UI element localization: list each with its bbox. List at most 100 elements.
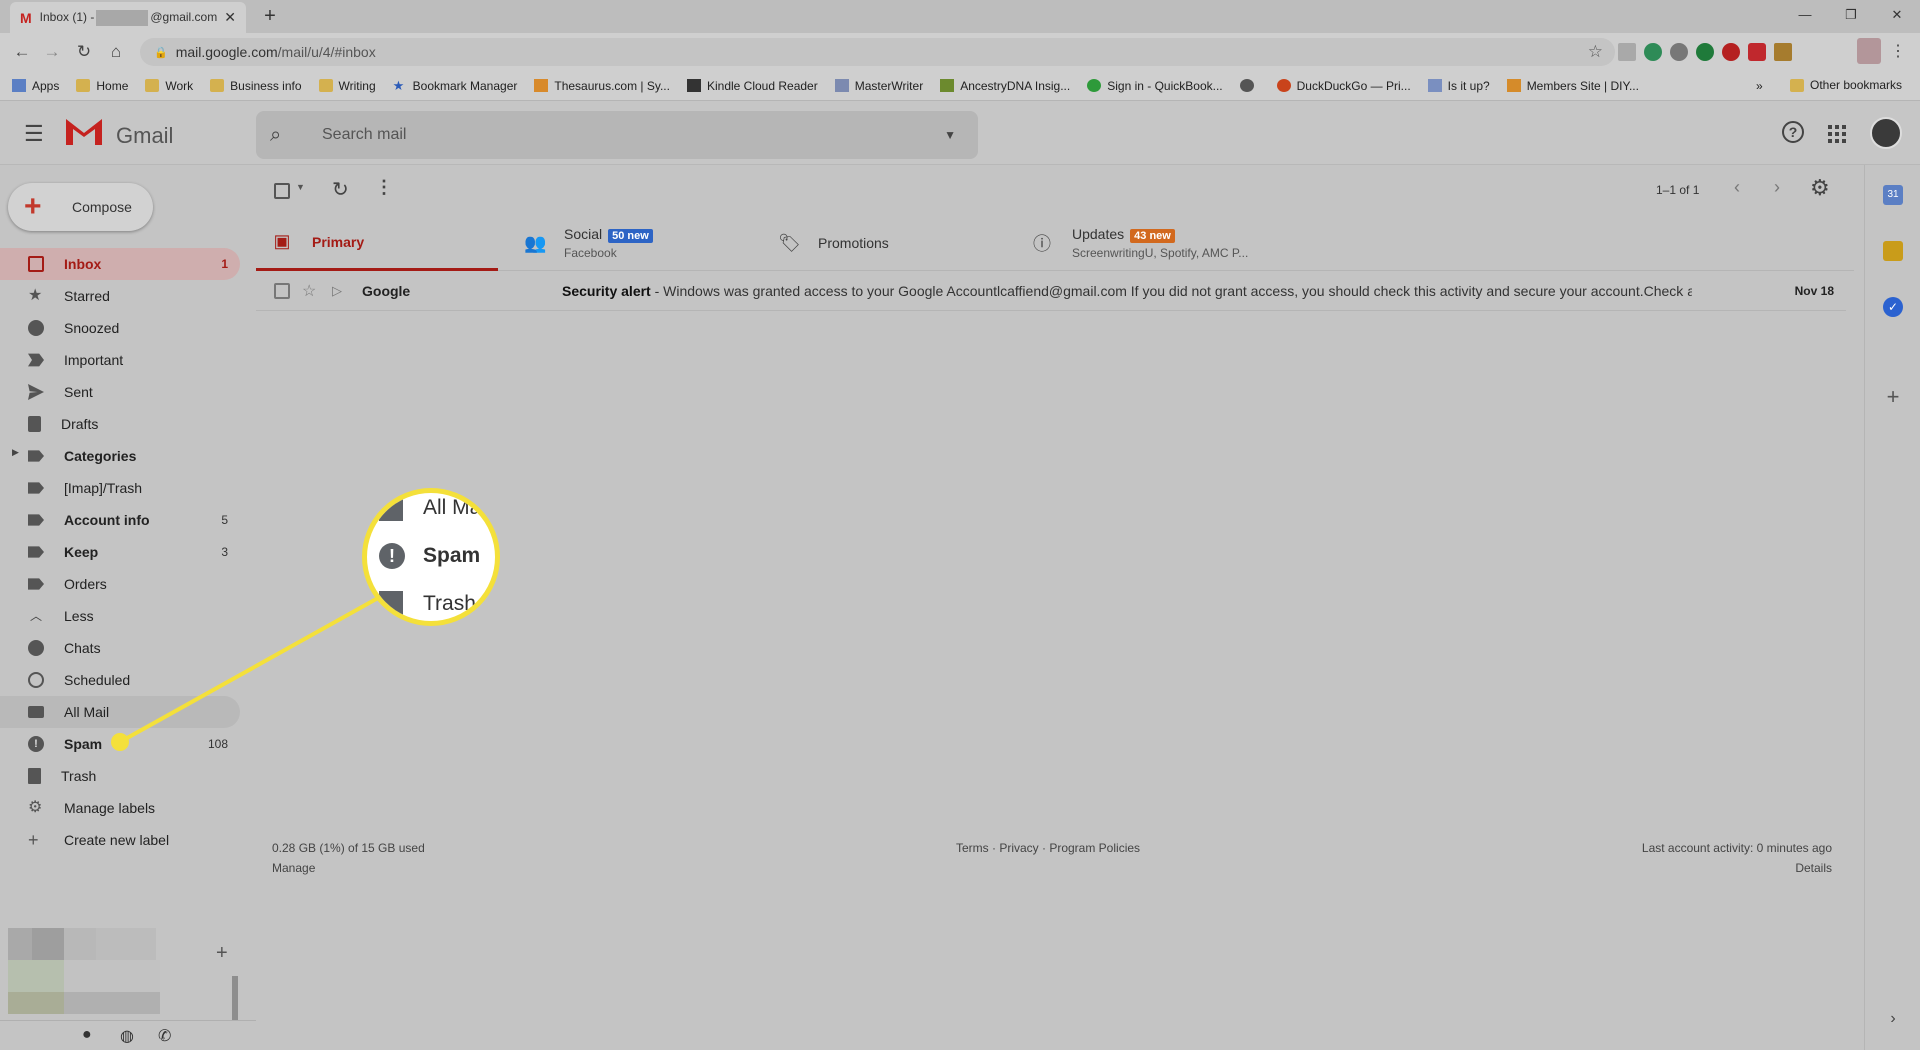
clock-icon xyxy=(28,320,44,336)
search-icon[interactable]: ⌕ xyxy=(270,124,306,147)
sidebar-item-sent[interactable]: Sent xyxy=(0,376,240,408)
sidebar-item-scheduled[interactable]: Scheduled xyxy=(0,664,240,696)
search-bar[interactable]: ⌕ Search mail ▼ xyxy=(256,111,978,159)
refresh-icon[interactable]: ↻ xyxy=(332,177,349,202)
get-addons-icon[interactable]: + xyxy=(1883,386,1903,408)
bookmark-manager[interactable]: ★ Bookmark Manager xyxy=(393,79,518,93)
bookmark-work[interactable]: Work xyxy=(145,79,193,93)
select-options-icon[interactable]: ▼ xyxy=(296,182,305,192)
important-marker-icon[interactable]: ▷ xyxy=(332,283,342,299)
help-icon[interactable]: ? xyxy=(1782,121,1804,143)
duckduckgo-icon xyxy=(1276,79,1291,92)
search-input[interactable]: Search mail xyxy=(322,126,944,144)
close-tab-icon[interactable]: ✕ xyxy=(224,9,236,26)
sidebar-item-snoozed[interactable]: Snoozed xyxy=(0,312,240,344)
message-row[interactable]: ☆ ▷ Google Security alert - Windows was … xyxy=(256,271,1846,311)
more-options-icon[interactable]: ⋮ xyxy=(375,177,393,198)
bookmark-thesaurus[interactable]: Thesaurus.com | Sy... xyxy=(534,79,670,93)
home-icon[interactable]: ⌂ xyxy=(104,40,128,64)
bookmark-masterwriter[interactable]: MasterWriter xyxy=(834,79,923,93)
contacts-icon[interactable]: ● xyxy=(82,1026,92,1044)
settings-gear-icon[interactable]: ⚙ xyxy=(1810,175,1830,201)
tab-social[interactable]: 👥 Social 50 new Facebook xyxy=(524,215,653,271)
forward-icon[interactable]: → xyxy=(40,40,64,64)
search-options-icon[interactable]: ▼ xyxy=(944,128,956,142)
phone-icon[interactable]: ✆ xyxy=(158,1026,171,1046)
other-bookmarks[interactable]: Other bookmarks xyxy=(1790,78,1902,92)
spam-icon: ! xyxy=(28,736,44,752)
select-all-checkbox[interactable] xyxy=(274,183,290,199)
policy-links[interactable]: Terms · Privacy · Program Policies xyxy=(956,838,1140,858)
manage-storage-link[interactable]: Manage xyxy=(272,858,425,878)
compose-button[interactable]: + Compose xyxy=(8,183,153,231)
main-menu-icon[interactable]: ☰ xyxy=(24,121,44,147)
extension-pocket-icon[interactable] xyxy=(1748,43,1766,61)
bookmark-quickbooks[interactable]: Sign in - QuickBook... xyxy=(1087,79,1223,93)
newer-page-icon[interactable]: ‹ xyxy=(1734,177,1740,198)
google-apps-icon[interactable] xyxy=(1828,125,1846,143)
sidebar-item-categories[interactable]: Categories xyxy=(0,440,240,472)
star-icon[interactable]: ☆ xyxy=(302,281,316,301)
account-avatar[interactable] xyxy=(1870,117,1902,149)
extension-grammarly-icon[interactable] xyxy=(1644,43,1662,61)
tab-updates[interactable]: ⓘ Updates 43 new ScreenwritingU, Spotify,… xyxy=(1032,215,1248,271)
keep-icon[interactable] xyxy=(1883,241,1903,261)
sidebar-item-imap-trash[interactable]: [Imap]/Trash xyxy=(0,472,240,504)
sidebar-item-less[interactable]: ︿ Less xyxy=(0,600,240,632)
extension-evernote-icon[interactable] xyxy=(1696,43,1714,61)
bookmark-duckduckgo[interactable]: DuckDuckGo — Pri... xyxy=(1276,79,1411,93)
new-tab-button[interactable]: + xyxy=(258,4,282,28)
bookmark-members-site[interactable]: Members Site | DIY... xyxy=(1506,79,1639,93)
extension-pinterest-icon[interactable] xyxy=(1670,43,1688,61)
browser-tab[interactable]: M Inbox (1) - @gmail.com ✕ xyxy=(10,2,246,33)
bookmark-star-icon[interactable]: ☆ xyxy=(1588,42,1603,62)
tasks-icon[interactable]: ✓ xyxy=(1883,297,1903,317)
bookmarks-overflow-button[interactable]: » xyxy=(1756,79,1763,93)
folder-icon xyxy=(145,79,160,92)
sidebar-item-chats[interactable]: Chats xyxy=(0,632,240,664)
bookmark-globe[interactable] xyxy=(1239,79,1260,92)
sidebar-item-drafts[interactable]: Drafts xyxy=(0,408,240,440)
reload-icon[interactable]: ↻ xyxy=(72,40,96,64)
sidebar-item-orders[interactable]: Orders xyxy=(0,568,240,600)
sidebar-item-important[interactable]: Important xyxy=(0,344,240,376)
minimize-icon[interactable]: — xyxy=(1782,0,1828,30)
bookmark-ancestry[interactable]: AncestryDNA Insig... xyxy=(940,79,1070,93)
tab-promotions[interactable]: 🏷 Promotions xyxy=(778,215,889,271)
extension-opera-icon[interactable] xyxy=(1722,43,1740,61)
sidebar-item-inbox[interactable]: Inbox 1 xyxy=(0,248,240,280)
restore-icon[interactable]: ❐ xyxy=(1828,0,1874,30)
sidebar-item-trash[interactable]: Trash xyxy=(0,760,240,792)
sidebar-item-create-label[interactable]: + Create new label xyxy=(0,824,240,856)
new-chat-icon[interactable]: + xyxy=(216,942,228,965)
browser-profile-icon[interactable] xyxy=(1857,38,1881,64)
hangouts-chat-icon[interactable]: ◍ xyxy=(120,1026,134,1046)
bookmark-apps[interactable]: Apps xyxy=(12,79,59,93)
older-page-icon[interactable]: › xyxy=(1774,177,1780,198)
show-side-panel-icon[interactable]: › xyxy=(1883,1010,1903,1030)
back-icon[interactable]: ← xyxy=(10,40,34,64)
url-bar[interactable]: 🔒 mail.google.com/mail/u/4/#inbox ☆ xyxy=(140,38,1615,66)
close-window-icon[interactable]: ✕ xyxy=(1874,0,1920,30)
blurred-name xyxy=(64,928,96,960)
message-checkbox[interactable] xyxy=(274,282,290,299)
sidebar-item-all-mail[interactable]: All Mail xyxy=(0,696,240,728)
calendar-icon[interactable]: 31 xyxy=(1883,185,1903,205)
sidebar-item-starred[interactable]: ★ Starred xyxy=(0,280,240,312)
bookmark-home[interactable]: Home xyxy=(76,79,128,93)
browser-menu-icon[interactable]: ⋮ xyxy=(1890,41,1906,61)
extension-doc-icon[interactable] xyxy=(1618,43,1636,61)
scrollbar[interactable] xyxy=(232,976,238,1020)
bookmark-writing[interactable]: Writing xyxy=(318,79,376,93)
gmail-logo-icon[interactable] xyxy=(64,115,104,147)
gmail-logo-text[interactable]: Gmail xyxy=(116,123,173,149)
tab-primary[interactable]: ▣ Primary xyxy=(256,215,498,271)
bookmark-isitup[interactable]: Is it up? xyxy=(1427,79,1490,93)
sidebar-item-manage-labels[interactable]: ⚙ Manage labels xyxy=(0,792,240,824)
sidebar-item-account-info[interactable]: Account info 5 xyxy=(0,504,240,536)
sidebar-item-keep[interactable]: Keep 3 xyxy=(0,536,240,568)
extension-counter-icon[interactable] xyxy=(1774,43,1792,61)
bookmark-kindle[interactable]: Kindle Cloud Reader xyxy=(686,79,818,93)
details-link[interactable]: Details xyxy=(1642,858,1832,878)
bookmark-business-info[interactable]: Business info xyxy=(210,79,302,93)
